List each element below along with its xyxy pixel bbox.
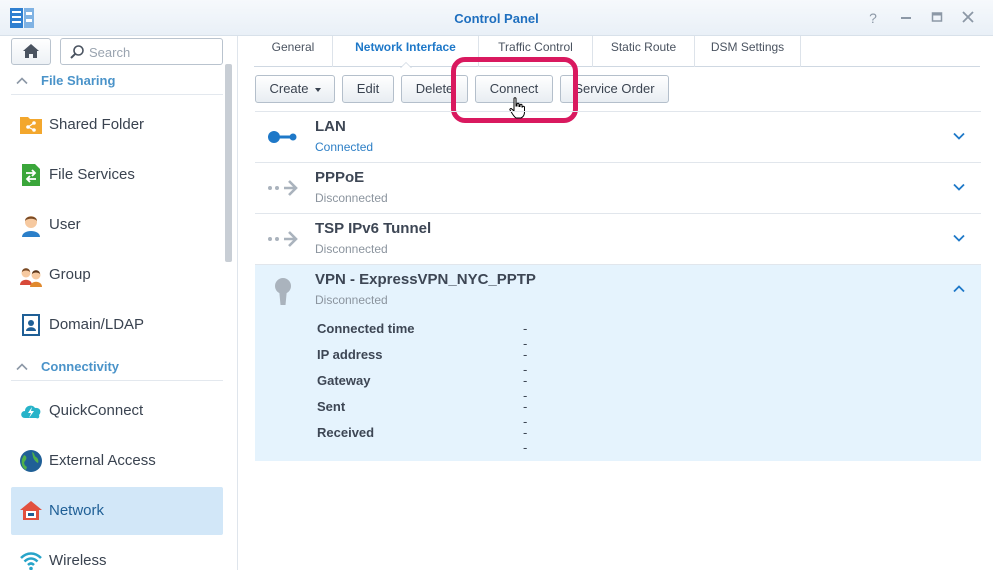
chevron-up-icon[interactable] — [951, 281, 967, 297]
sidebar-item-label: Domain/LDAP — [49, 316, 145, 333]
interface-status: Connected — [315, 140, 374, 154]
tab-network-interface[interactable]: Network Interface — [333, 36, 479, 68]
interface-status: Disconnected — [315, 242, 388, 256]
tab-general[interactable]: General — [254, 36, 333, 67]
sidebar-item-label: Shared Folder — [49, 116, 145, 133]
sidebar-item-group[interactable]: Group — [11, 251, 223, 299]
interface-status: Disconnected — [315, 293, 388, 307]
tab-dsm-settings[interactable]: DSM Settings — [695, 36, 801, 67]
wireless-icon — [20, 552, 42, 570]
main-panel: General Network Interface Traffic Contro… — [239, 36, 993, 570]
section-file-sharing[interactable]: File Sharing — [11, 69, 223, 95]
sidebar-item-label: External Access — [49, 452, 156, 469]
close-icon[interactable] — [959, 9, 977, 27]
detail-key: Connected time — [317, 321, 415, 336]
sidebar-item-user[interactable]: User — [11, 201, 223, 249]
caret-down-icon — [314, 87, 321, 92]
user-icon — [22, 216, 40, 237]
sidebar-item-network[interactable]: Network — [11, 487, 223, 535]
sidebar-item-label: Wireless — [49, 552, 107, 569]
sidebar-item-label: Group — [49, 266, 91, 283]
sidebar-item-wireless[interactable]: Wireless — [11, 537, 223, 570]
domain-ldap-icon — [22, 314, 40, 336]
tab-bar: General Network Interface Traffic Contro… — [254, 36, 980, 68]
detail-key: IP address — [317, 347, 383, 362]
section-label: Connectivity — [41, 359, 120, 374]
interface-row-vpn[interactable]: VPN - ExpressVPN_NYC_PPTP Disconnected C… — [255, 264, 981, 461]
edit-button[interactable]: Edit — [342, 75, 394, 103]
service-order-button[interactable]: Service Order — [560, 75, 669, 103]
interface-row-tsp-ipv6-tunnel[interactable]: TSP IPv6 Tunnel Disconnected — [255, 213, 981, 264]
tab-static-route[interactable]: Static Route — [593, 36, 695, 67]
chevron-up-icon — [16, 77, 28, 85]
sidebar-item-external-access[interactable]: External Access — [11, 437, 223, 485]
shared-folder-icon — [20, 117, 42, 134]
sidebar-item-label: Network — [49, 502, 105, 519]
window-title: Control Panel — [454, 11, 539, 26]
search-icon — [70, 45, 84, 59]
sidebar-item-label: User — [49, 216, 81, 233]
tab-traffic-control[interactable]: Traffic Control — [479, 36, 593, 67]
interface-row-lan[interactable]: LAN Connected — [255, 111, 981, 162]
section-label: File Sharing — [41, 73, 116, 88]
detail-key: Received — [317, 425, 375, 440]
connect-button[interactable]: Connect — [475, 75, 553, 103]
network-icon — [20, 501, 42, 520]
interface-name: LAN — [315, 118, 346, 135]
tunnel-icon — [268, 231, 298, 247]
create-button[interactable]: Create — [255, 75, 335, 103]
home-button[interactable] — [11, 38, 51, 65]
interface-status: Disconnected — [315, 191, 388, 205]
title-bar: Control Panel ? — [0, 0, 993, 36]
delete-button[interactable]: Delete — [401, 75, 468, 103]
interface-name: TSP IPv6 Tunnel — [315, 220, 432, 237]
detail-value: -- — [523, 425, 528, 455]
lan-icon — [268, 131, 297, 143]
sidebar-item-file-services[interactable]: File Services — [11, 151, 223, 199]
search-input[interactable] — [89, 44, 217, 60]
chevron-down-icon[interactable] — [951, 230, 967, 246]
detail-key: Gateway — [317, 373, 371, 388]
search-box[interactable] — [60, 38, 223, 65]
create-button-label: Create — [269, 81, 309, 96]
sidebar-item-shared-folder[interactable]: Shared Folder — [11, 101, 223, 149]
sidebar-item-domain-ldap[interactable]: Domain/LDAP — [11, 301, 223, 349]
interface-name: VPN - ExpressVPN_NYC_PPTP — [315, 271, 536, 288]
group-icon — [20, 268, 42, 287]
sidebar-item-label: File Services — [49, 166, 135, 183]
sidebar-scrollbar[interactable] — [225, 64, 232, 262]
chevron-down-icon[interactable] — [951, 128, 967, 144]
maximize-icon[interactable] — [928, 9, 946, 27]
detail-key: Sent — [317, 399, 346, 414]
quickconnect-icon — [21, 405, 41, 419]
sidebar: File Sharing Shared Folder File Services… — [0, 36, 238, 570]
toolbar: Create Edit Delete Connect Service Order — [254, 57, 980, 123]
sidebar-item-label: QuickConnect — [49, 402, 144, 419]
home-icon — [23, 44, 39, 58]
pppoe-icon — [268, 180, 298, 196]
chevron-down-icon[interactable] — [951, 179, 967, 195]
minimize-icon[interactable] — [897, 9, 915, 27]
interface-row-pppoe[interactable]: PPPoE Disconnected — [255, 162, 981, 213]
file-services-icon — [22, 164, 40, 186]
sidebar-item-quickconnect[interactable]: QuickConnect — [11, 387, 223, 435]
section-connectivity[interactable]: Connectivity — [11, 355, 223, 381]
interface-name: PPPoE — [315, 169, 365, 186]
vpn-icon — [275, 278, 291, 305]
chevron-up-icon — [16, 363, 28, 371]
external-access-icon — [20, 450, 42, 472]
help-icon[interactable]: ? — [864, 9, 882, 27]
